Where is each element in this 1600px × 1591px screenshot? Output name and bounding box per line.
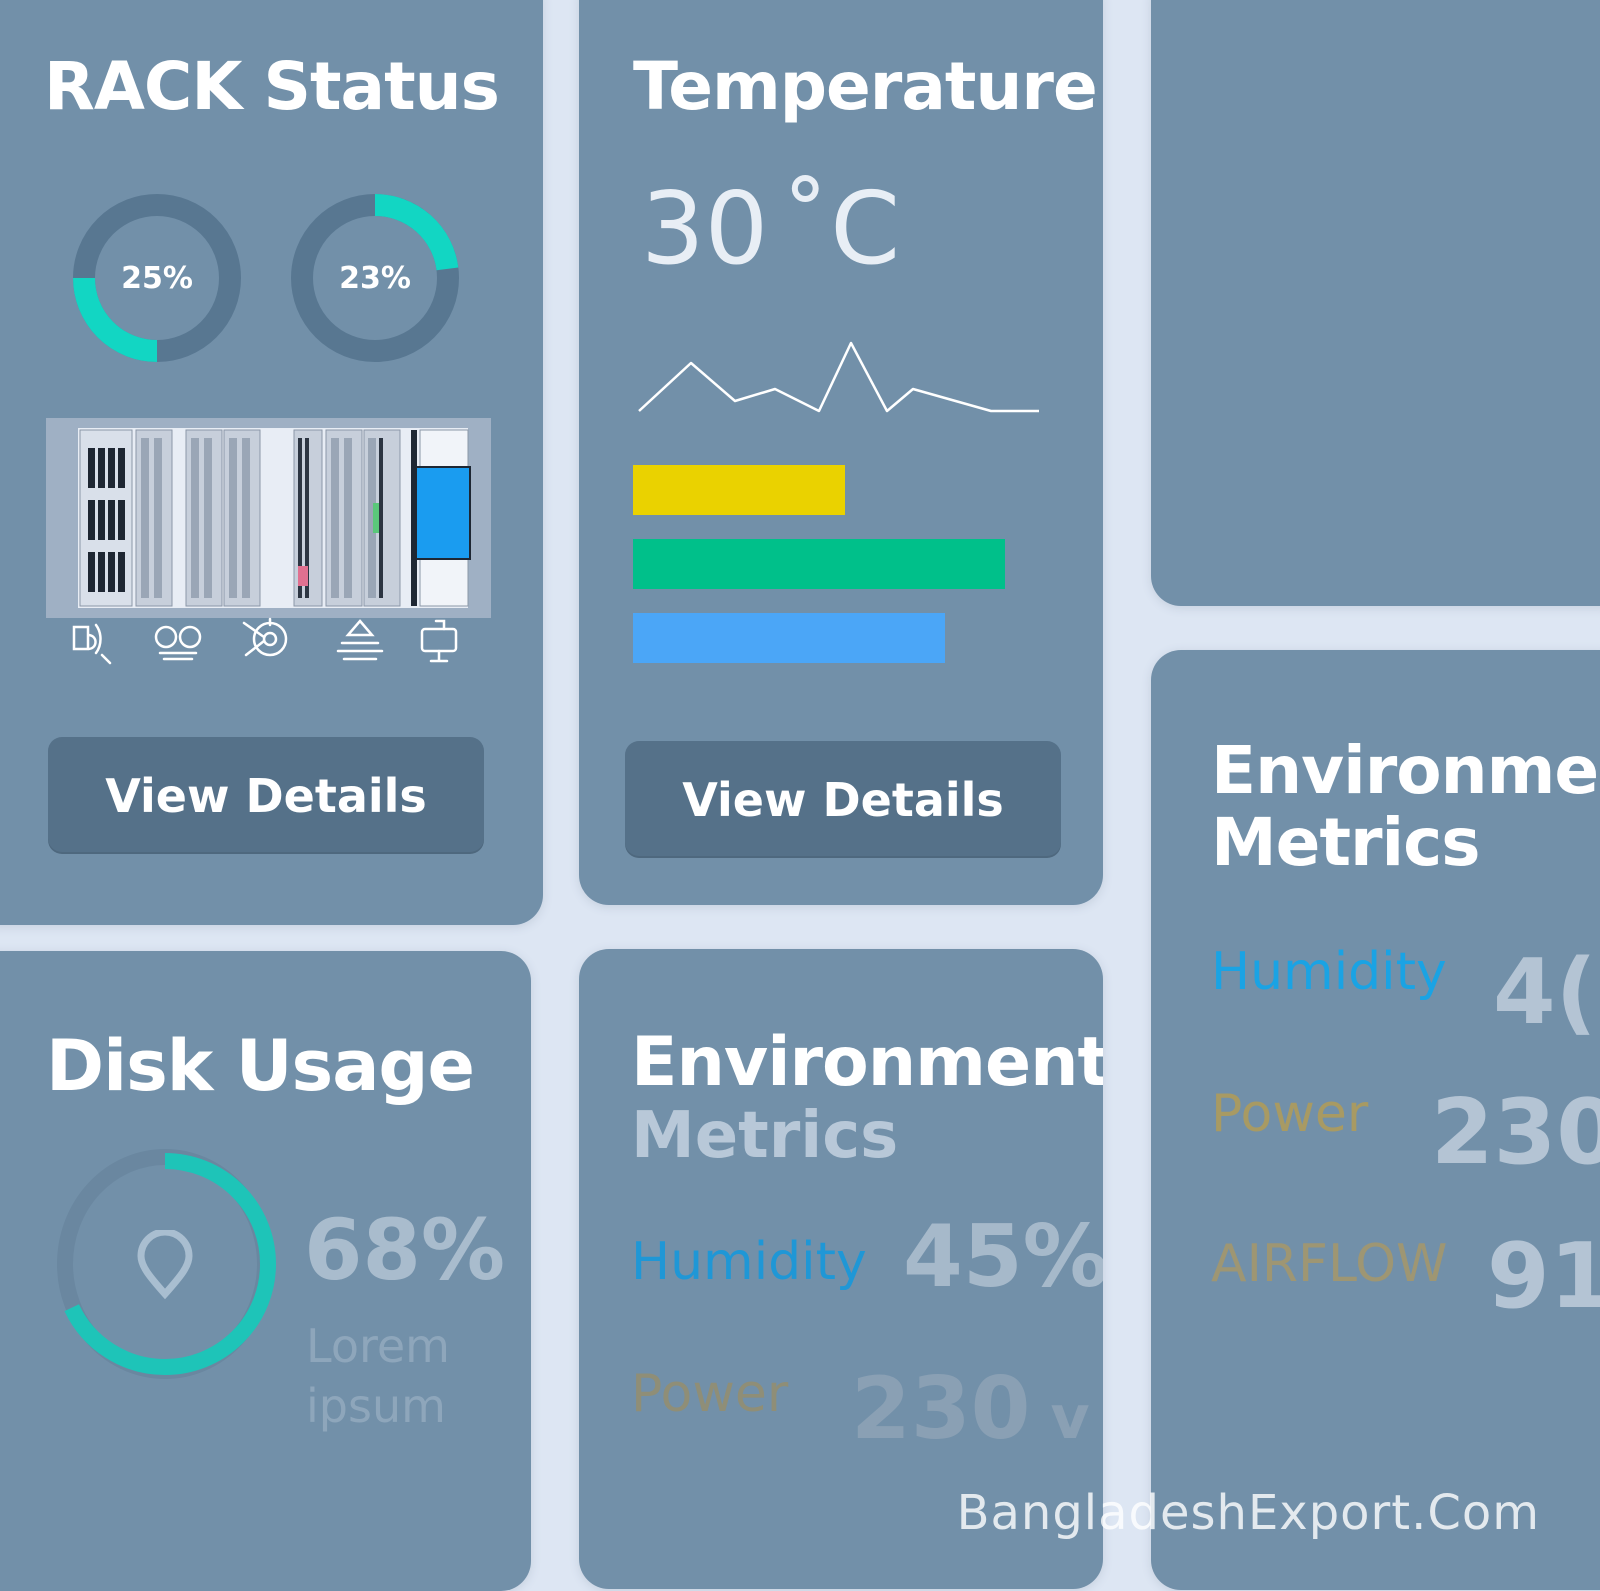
- env-right-title-line2: Metrics: [1211, 804, 1481, 881]
- env-center-humidity-label: Humidity: [631, 1232, 867, 1292]
- rack-icon-row: [66, 610, 486, 670]
- temperature-title: Temperature: [633, 48, 1098, 125]
- temperature-bar-1: [633, 465, 845, 515]
- temperature-readout: 30 ˚C: [641, 170, 900, 287]
- fan-icon[interactable]: [240, 615, 292, 665]
- env-center-power-value: 230 v: [851, 1359, 1090, 1459]
- disk-usage-card: Disk Usage 68% Lorem ipsum: [0, 951, 531, 1591]
- env-center-title-line1: Environmental: [631, 1023, 1103, 1102]
- temperature-value: 30: [641, 170, 769, 287]
- disk-usage-gauge: [54, 1146, 276, 1382]
- env-right-title-line1: Environmental: [1211, 732, 1600, 809]
- cable-icon[interactable]: [66, 615, 116, 665]
- watermark-text: BangladeshExport.Com: [956, 1485, 1540, 1541]
- temperature-unit: ˚C: [780, 170, 901, 287]
- rack-view-details-button[interactable]: View Details: [48, 737, 484, 854]
- disk-usage-caption-1: Lorem: [306, 1319, 450, 1373]
- env-metrics-card-right: Environmental Metrics Humidity 4( Power …: [1151, 650, 1600, 1590]
- server-rack-illustration: [78, 428, 471, 608]
- env-right-airflow-label: AIRFLOW: [1211, 1234, 1448, 1294]
- temperature-bar-3: [633, 613, 945, 663]
- rack-gauge-1-label: 25%: [121, 260, 193, 296]
- env-right-airflow-value: 91: [1487, 1224, 1600, 1329]
- power-stack-icon[interactable]: [334, 615, 386, 665]
- disk-usage-title: Disk Usage: [46, 1025, 475, 1107]
- env-right-humidity-value: 4(: [1493, 940, 1597, 1045]
- tape-icon[interactable]: [150, 615, 206, 665]
- rack-gauge-2: 23%: [290, 193, 460, 363]
- env-center-power-label: Power: [631, 1364, 789, 1424]
- env-center-power-number: 230: [851, 1359, 1031, 1459]
- rack-status-card: RACK Status 25% 23% View Details: [0, 0, 543, 925]
- env-right-humidity-label: Humidity: [1211, 942, 1447, 1002]
- monitor-icon[interactable]: [416, 615, 466, 665]
- temperature-card: Temperature 30 ˚C View Details: [579, 0, 1103, 905]
- rack-status-title: RACK Status: [44, 48, 500, 125]
- env-center-title-line2: Metrics: [631, 1099, 899, 1173]
- disk-usage-caption-2: ipsum: [306, 1379, 446, 1433]
- env-right-power-value: 230: [1431, 1080, 1600, 1185]
- disk-usage-value: 68%: [304, 1201, 506, 1299]
- env-center-humidity-value: 45%: [903, 1207, 1103, 1307]
- rack-gauge-1: 25%: [72, 193, 242, 363]
- temperature-sparkline: [638, 341, 1039, 413]
- temperature-view-details-button[interactable]: View Details: [625, 741, 1061, 858]
- env-center-power-unit: v: [1050, 1383, 1090, 1453]
- server-rack-image: [46, 418, 491, 618]
- temperature-bar-2: [633, 539, 1005, 589]
- placeholder-card: [1151, 0, 1600, 606]
- env-right-power-label: Power: [1211, 1084, 1369, 1144]
- location-pin-icon: [137, 1230, 193, 1300]
- rack-gauge-2-label: 23%: [339, 260, 411, 296]
